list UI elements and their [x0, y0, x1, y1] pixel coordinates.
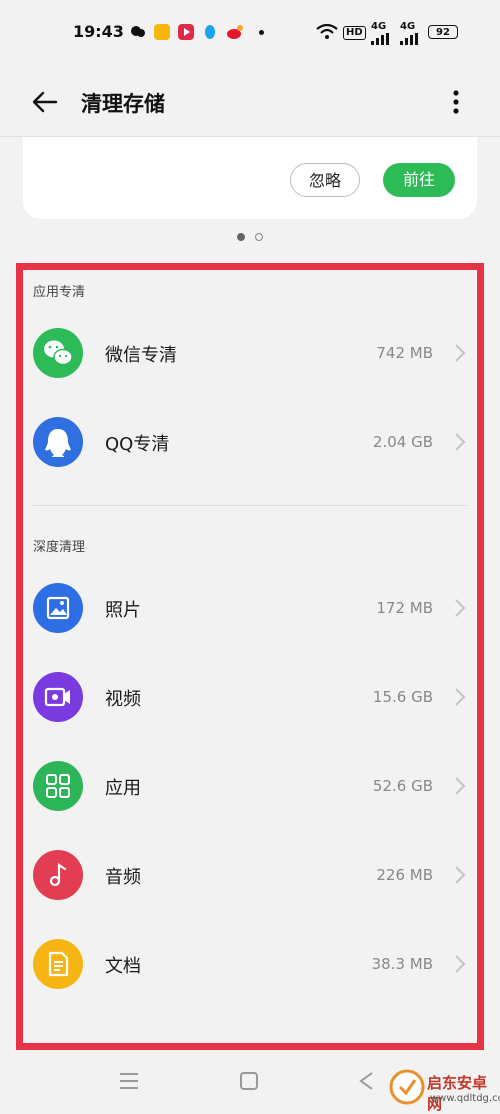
- chevron-right-icon: [452, 341, 468, 365]
- wifi-icon: [316, 23, 338, 44]
- row-label: 文档: [105, 956, 141, 977]
- ignore-button[interactable]: 忽略: [290, 163, 360, 197]
- qq-notification-icon: [202, 24, 218, 40]
- row-size: 226 MB: [376, 866, 433, 884]
- status-time: 19:43: [73, 22, 124, 41]
- row-label: 音频: [105, 867, 141, 888]
- section-divider: [33, 505, 467, 506]
- apps-grid-icon: [33, 761, 83, 811]
- recent-apps-icon[interactable]: [114, 1066, 144, 1096]
- watermark-url: www.qdltdg.com: [430, 1093, 500, 1104]
- row-label: 应用: [105, 778, 141, 799]
- document-icon: [33, 939, 83, 989]
- row-label: 视频: [105, 689, 141, 710]
- video-icon: [33, 672, 83, 722]
- wechat-notification-icon: [130, 24, 146, 40]
- battery-indicator: 92: [428, 25, 458, 39]
- signal-strength-icon-a: [371, 30, 391, 49]
- chevron-right-icon: [452, 863, 468, 887]
- section-label-deep-clean: 深度清理: [33, 540, 86, 555]
- section-label-app-clean: 应用专清: [33, 285, 86, 300]
- video-notification-icon: [178, 24, 194, 40]
- photo-icon: [33, 583, 83, 633]
- pager-dot[interactable]: [255, 233, 263, 241]
- wechat-icon: [33, 328, 83, 378]
- row-size: 15.6 GB: [372, 688, 433, 706]
- row-size: 742 MB: [376, 344, 433, 362]
- more-vertical-icon[interactable]: [446, 88, 466, 116]
- more-notifications-dot-icon: [259, 30, 264, 35]
- row-size: 2.04 GB: [372, 433, 433, 451]
- home-square-icon[interactable]: [234, 1066, 264, 1096]
- signal-strength-icon-b: [400, 30, 420, 49]
- weibo-notification-icon: [226, 24, 243, 40]
- row-size: 172 MB: [376, 599, 433, 617]
- status-bar: 19:43 HD 4G 4G 92: [0, 0, 500, 66]
- qq-icon: [33, 417, 83, 467]
- back-arrow-icon[interactable]: [30, 88, 60, 116]
- chevron-right-icon: [452, 952, 468, 976]
- go-button[interactable]: 前往: [383, 163, 455, 197]
- music-note-icon: [33, 850, 83, 900]
- row-label: 微信专清: [105, 345, 177, 366]
- mail-notification-icon: [154, 24, 170, 40]
- row-size: 52.6 GB: [372, 777, 433, 795]
- row-label: QQ专清: [105, 434, 170, 455]
- app-header: [0, 66, 500, 136]
- pager-dot-active[interactable]: [237, 233, 245, 241]
- row-size: 38.3 MB: [371, 955, 433, 973]
- nav-back-icon[interactable]: [352, 1066, 382, 1096]
- chevron-right-icon: [452, 430, 468, 454]
- chevron-right-icon: [452, 596, 468, 620]
- chevron-right-icon: [452, 685, 468, 709]
- page-title: 清理存储: [81, 92, 165, 116]
- hd-voice-badge: HD: [343, 26, 366, 40]
- row-label: 照片: [105, 600, 141, 621]
- chevron-right-icon: [452, 774, 468, 798]
